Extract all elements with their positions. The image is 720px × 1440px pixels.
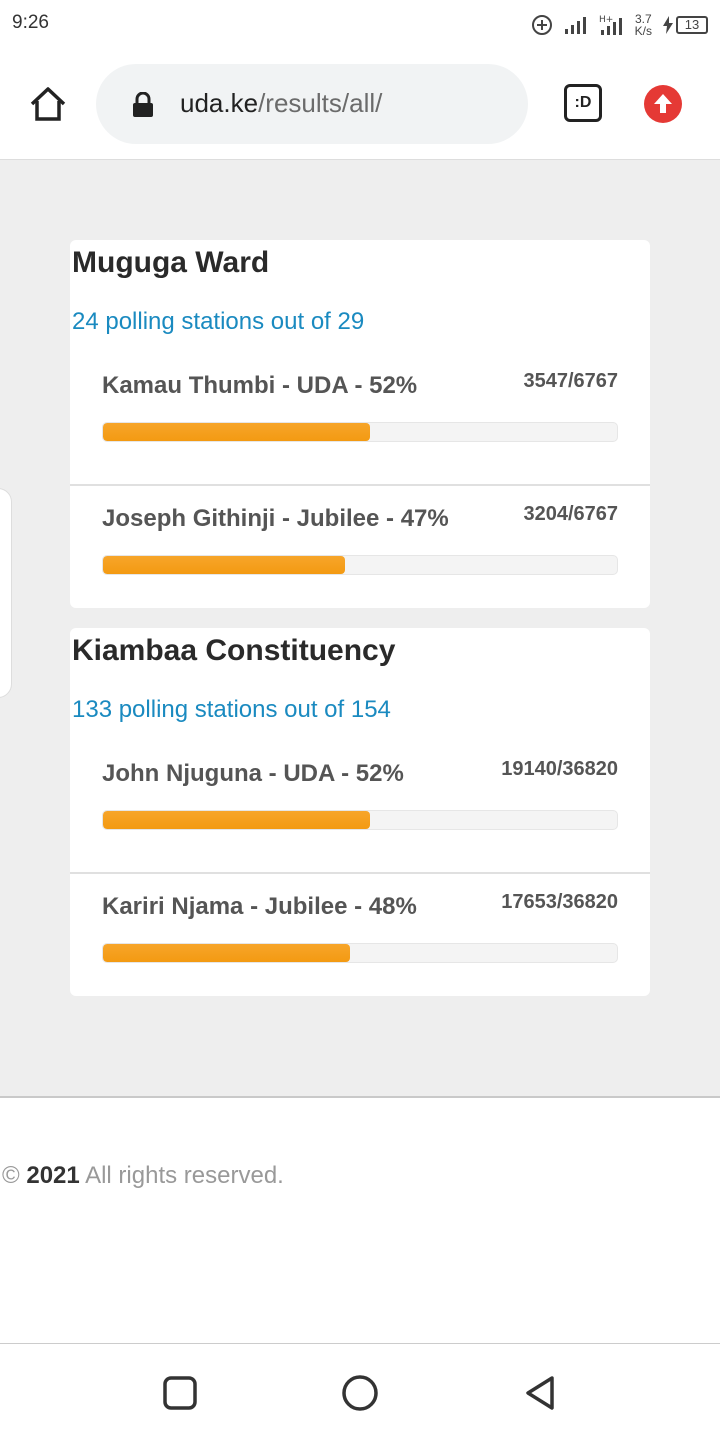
- svg-text:H+: H+: [599, 15, 613, 25]
- status-icons: H+ 3.7 K/s 13: [531, 10, 708, 40]
- charging-icon: [662, 15, 674, 35]
- vote-progress-fill: [103, 811, 371, 829]
- polling-stations-count: 24 polling stations out of 29: [72, 308, 365, 335]
- battery: 13: [662, 15, 708, 35]
- candidate-votes: 17653/36820: [501, 891, 618, 913]
- card-title: Muguga Ward: [72, 246, 270, 279]
- card-title: Kiambaa Constituency: [72, 634, 396, 667]
- candidate-votes: 3204/6767: [523, 503, 618, 525]
- vote-progress-bar: [102, 943, 618, 963]
- candidate-row: Kamau Thumbi - UDA - 52% 3547/6767: [70, 362, 650, 486]
- candidate-row: Joseph Githinji - Jubilee - 47% 3204/676…: [70, 495, 650, 619]
- copyright-symbol: ©: [2, 1162, 20, 1189]
- candidate-row: Kariri Njama - Jubilee - 48% 17653/36820: [70, 883, 650, 1007]
- extension-icon[interactable]: :D: [564, 84, 602, 122]
- url-text: uda.ke/results/all/: [180, 88, 382, 119]
- home-icon: [30, 87, 66, 121]
- candidate-votes: 3547/6767: [523, 370, 618, 392]
- status-time: 9:26: [12, 12, 49, 33]
- circle-icon: [342, 1375, 378, 1411]
- vote-progress-bar: [102, 555, 618, 575]
- vote-progress-fill: [103, 556, 345, 574]
- upload-button[interactable]: [644, 85, 682, 123]
- polling-stations-count: 133 polling stations out of 154: [72, 696, 391, 723]
- url-path: /results/all/: [258, 88, 383, 118]
- vote-progress-fill: [103, 944, 350, 962]
- square-icon: [163, 1376, 197, 1410]
- candidate-label: Kamau Thumbi - UDA - 52%: [102, 372, 418, 399]
- side-panel-handle[interactable]: [0, 488, 12, 698]
- copyright-year: 2021: [26, 1162, 80, 1189]
- data-saver-icon: [531, 14, 553, 36]
- network-speed-unit: K/s: [634, 24, 652, 38]
- recent-apps-button[interactable]: [158, 1371, 202, 1415]
- status-bar: 9:26 H+ 3.7 K/s 13: [0, 0, 720, 50]
- system-nav-bar: [0, 1345, 720, 1440]
- result-card-muguga: Muguga Ward 24 polling stations out of 2…: [70, 240, 650, 608]
- results-area: Muguga Ward 24 polling stations out of 2…: [0, 160, 720, 1098]
- address-bar[interactable]: uda.ke/results/all/: [96, 64, 528, 144]
- copyright-text: © 2021 All rights reserved.: [2, 1162, 284, 1190]
- back-button[interactable]: [518, 1371, 562, 1415]
- signal-h-plus-icon: H+: [599, 14, 625, 36]
- vote-progress-bar: [102, 422, 618, 442]
- browser-toolbar: uda.ke/results/all/ :D: [0, 50, 720, 160]
- home-nav-button[interactable]: [338, 1371, 382, 1415]
- vote-progress-fill: [103, 423, 371, 441]
- vote-progress-bar: [102, 810, 618, 830]
- copyright-rights: All rights reserved.: [85, 1162, 284, 1189]
- lock-icon: [132, 91, 154, 118]
- candidate-label: John Njuguna - UDA - 52%: [102, 760, 404, 787]
- home-button[interactable]: [26, 82, 70, 126]
- signal-icon: [563, 15, 589, 35]
- page-footer: © 2021 All rights reserved.: [0, 1098, 720, 1344]
- back-triangle-icon: [526, 1376, 554, 1410]
- candidate-label: Kariri Njama - Jubilee - 48%: [102, 893, 417, 920]
- candidate-label: Joseph Githinji - Jubilee - 47%: [102, 505, 449, 532]
- candidate-votes: 19140/36820: [501, 758, 618, 780]
- network-speed: 3.7 K/s: [635, 13, 652, 37]
- candidate-row: John Njuguna - UDA - 52% 19140/36820: [70, 750, 650, 874]
- upload-icon: [654, 94, 672, 113]
- result-card-kiambaa: Kiambaa Constituency 133 polling station…: [70, 628, 650, 996]
- battery-level: 13: [676, 16, 708, 34]
- url-domain: uda.ke: [180, 88, 259, 118]
